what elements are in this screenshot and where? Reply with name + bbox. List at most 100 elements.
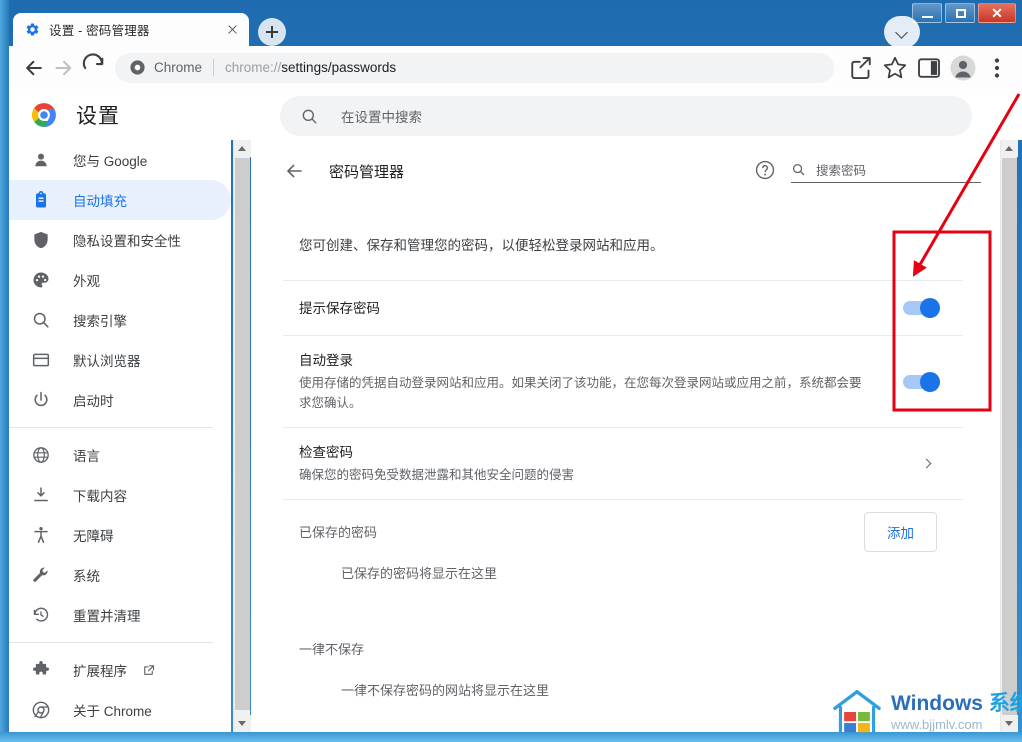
settings-content: 密码管理器 搜索密码 您可创建、保存和管理您的密码，以便轻松登录网站和应用。 提…: [251, 140, 1000, 732]
url-scheme: chrome://: [225, 60, 282, 75]
scroll-up-arrow-icon[interactable]: [234, 140, 251, 157]
row-text: 提示保存密码: [299, 284, 903, 333]
sidebar-item-label: 您与 Google: [73, 154, 148, 169]
sidebar-item-search-engine[interactable]: 搜索引擎: [9, 300, 231, 340]
power-icon: [31, 390, 51, 410]
side-panel-icon[interactable]: [914, 53, 944, 83]
watermark: Windows 系统之家 www.bjjmlv.com: [833, 689, 1022, 735]
sidebar-scrollbar[interactable]: [233, 140, 251, 732]
reload-button[interactable]: [79, 52, 109, 83]
password-search-placeholder: 搜索密码: [816, 163, 867, 178]
share-icon[interactable]: [846, 53, 876, 83]
sidebar-item-downloads[interactable]: 下载内容: [9, 475, 231, 515]
close-button[interactable]: ✕: [978, 3, 1016, 23]
palette-icon: [31, 270, 51, 290]
back-button[interactable]: [19, 53, 49, 83]
tab-strip: 设置 - 密码管理器 ✕: [0, 0, 1022, 48]
never-saved-header: 一律不保存: [283, 616, 963, 680]
sidebar-item-privacy-security[interactable]: 隐私设置和安全性: [9, 220, 231, 260]
scrollbar-thumb[interactable]: [1002, 158, 1017, 726]
row-text: 自动登录 使用存储的凭据自动登录网站和应用。如果关闭了该功能，在您每次登录网站或…: [299, 336, 903, 427]
autofill-icon: [31, 190, 51, 210]
browser-tab[interactable]: 设置 - 密码管理器: [13, 13, 249, 46]
tab-title: 设置 - 密码管理器: [49, 24, 150, 38]
omnibox-chip-label: Chrome: [154, 60, 203, 75]
shield-icon: [31, 230, 51, 250]
search-icon: [31, 310, 51, 330]
sidebar-item-label: 启动时: [73, 394, 114, 409]
settings-sidebar: 您与 Google 自动填充 隐私设置和安全性 外观 搜索引擎 默认浏览器 启动…: [9, 140, 231, 732]
chrome-icon: [31, 700, 51, 720]
globe-icon: [31, 445, 51, 465]
sidebar-item-label: 自动填充: [73, 194, 127, 209]
setting-row-offer-save[interactable]: 提示保存密码: [283, 280, 963, 335]
browser-window: 设置 - 密码管理器 ✕ Chrome chrome://settings/pa…: [0, 0, 1022, 742]
sidebar-item-default-browser[interactable]: 默认浏览器: [9, 340, 231, 380]
content-scrollbar[interactable]: [1000, 140, 1018, 732]
accessibility-icon: [31, 525, 51, 545]
sidebar-item-label: 搜索引擎: [73, 314, 127, 329]
sidebar-item-label: 外观: [73, 274, 100, 289]
menu-kebab-icon[interactable]: [982, 53, 1012, 83]
forward-button[interactable]: [49, 53, 79, 83]
gear-icon: [25, 22, 40, 37]
new-tab-button[interactable]: [258, 18, 286, 46]
row-text: 检查密码 确保您的密码免受数据泄露和其他安全问题的侵害: [299, 428, 913, 499]
minimize-button[interactable]: [912, 3, 942, 23]
saved-passwords-empty-note: 已保存的密码将显示在这里: [341, 566, 498, 581]
sidebar-item-about-chrome[interactable]: 关于 Chrome: [9, 690, 231, 730]
password-manager-title: 密码管理器: [329, 163, 405, 181]
sidebar-item-extensions[interactable]: 扩展程序: [9, 650, 231, 690]
bookmark-star-icon[interactable]: [880, 53, 910, 83]
sidebar-item-label: 隐私设置和安全性: [73, 234, 181, 249]
scrollbar-thumb[interactable]: [235, 158, 250, 710]
help-icon[interactable]: [754, 159, 776, 181]
chrome-icon: [31, 102, 57, 128]
sidebar-item-languages[interactable]: 语言: [9, 435, 231, 475]
sidebar-divider: [9, 427, 213, 428]
close-icon[interactable]: [224, 21, 241, 38]
settings-search-input[interactable]: 在设置中搜索: [280, 96, 972, 136]
profile-avatar-icon[interactable]: [948, 53, 978, 83]
watermark-url: www.bjjmlv.com: [891, 716, 983, 732]
sidebar-item-accessibility[interactable]: 无障碍: [9, 515, 231, 555]
setting-row-check-passwords[interactable]: 检查密码 确保您的密码免受数据泄露和其他安全问题的侵害: [283, 427, 963, 499]
external-link-icon: [141, 663, 156, 678]
scroll-up-arrow-icon[interactable]: [1001, 140, 1018, 157]
watermark-brand-cn: 系统之家: [988, 691, 1022, 715]
address-bar[interactable]: Chrome chrome://settings/passwords: [115, 52, 834, 83]
maximize-button[interactable]: [945, 3, 975, 23]
never-saved-label: 一律不保存: [299, 641, 365, 657]
person-icon: [31, 150, 51, 170]
settings-search-placeholder: 在设置中搜索: [341, 110, 422, 125]
row-title: 提示保存密码: [299, 300, 380, 316]
row-title: 自动登录: [299, 353, 353, 368]
sidebar-item-label: 默认浏览器: [73, 354, 141, 369]
sidebar-item-reset-cleanup[interactable]: 重置并清理: [9, 595, 231, 635]
watermark-brand: Windows 系统之家: [891, 692, 1022, 715]
scroll-down-arrow-icon[interactable]: [234, 715, 251, 732]
sidebar-item-system[interactable]: 系统: [9, 555, 231, 595]
add-password-button[interactable]: 添加: [864, 511, 937, 552]
watermark-brand-en: Windows: [891, 691, 983, 715]
toggle-offer-save[interactable]: [903, 298, 940, 318]
sidebar-item-appearance[interactable]: 外观: [9, 260, 231, 300]
password-search-input[interactable]: 搜索密码: [791, 156, 981, 183]
maximize-icon: [956, 9, 966, 18]
sidebar-item-you-and-google[interactable]: 您与 Google: [9, 140, 231, 180]
minimize-icon: [922, 16, 933, 18]
back-arrow-icon[interactable]: [283, 159, 307, 183]
sidebar-item-on-startup[interactable]: 启动时: [9, 380, 231, 420]
page-title: 设置: [76, 104, 120, 128]
sidebar-item-autofill[interactable]: 自动填充: [9, 180, 231, 220]
omnibox-separator: [213, 59, 215, 76]
password-manager-description: 您可创建、保存和管理您的密码，以便轻松登录网站和应用。: [299, 238, 664, 253]
windows-house-logo-icon: [833, 689, 881, 735]
setting-row-auto-signin[interactable]: 自动登录 使用存储的凭据自动登录网站和应用。如果关闭了该功能，在您每次登录网站或…: [283, 335, 963, 427]
window-controls: ✕: [912, 3, 1016, 23]
toggle-auto-signin[interactable]: [903, 371, 940, 392]
search-icon: [302, 109, 317, 124]
sidebar-divider: [9, 642, 213, 643]
sidebar-item-label: 系统: [73, 569, 100, 584]
download-icon: [31, 485, 51, 505]
